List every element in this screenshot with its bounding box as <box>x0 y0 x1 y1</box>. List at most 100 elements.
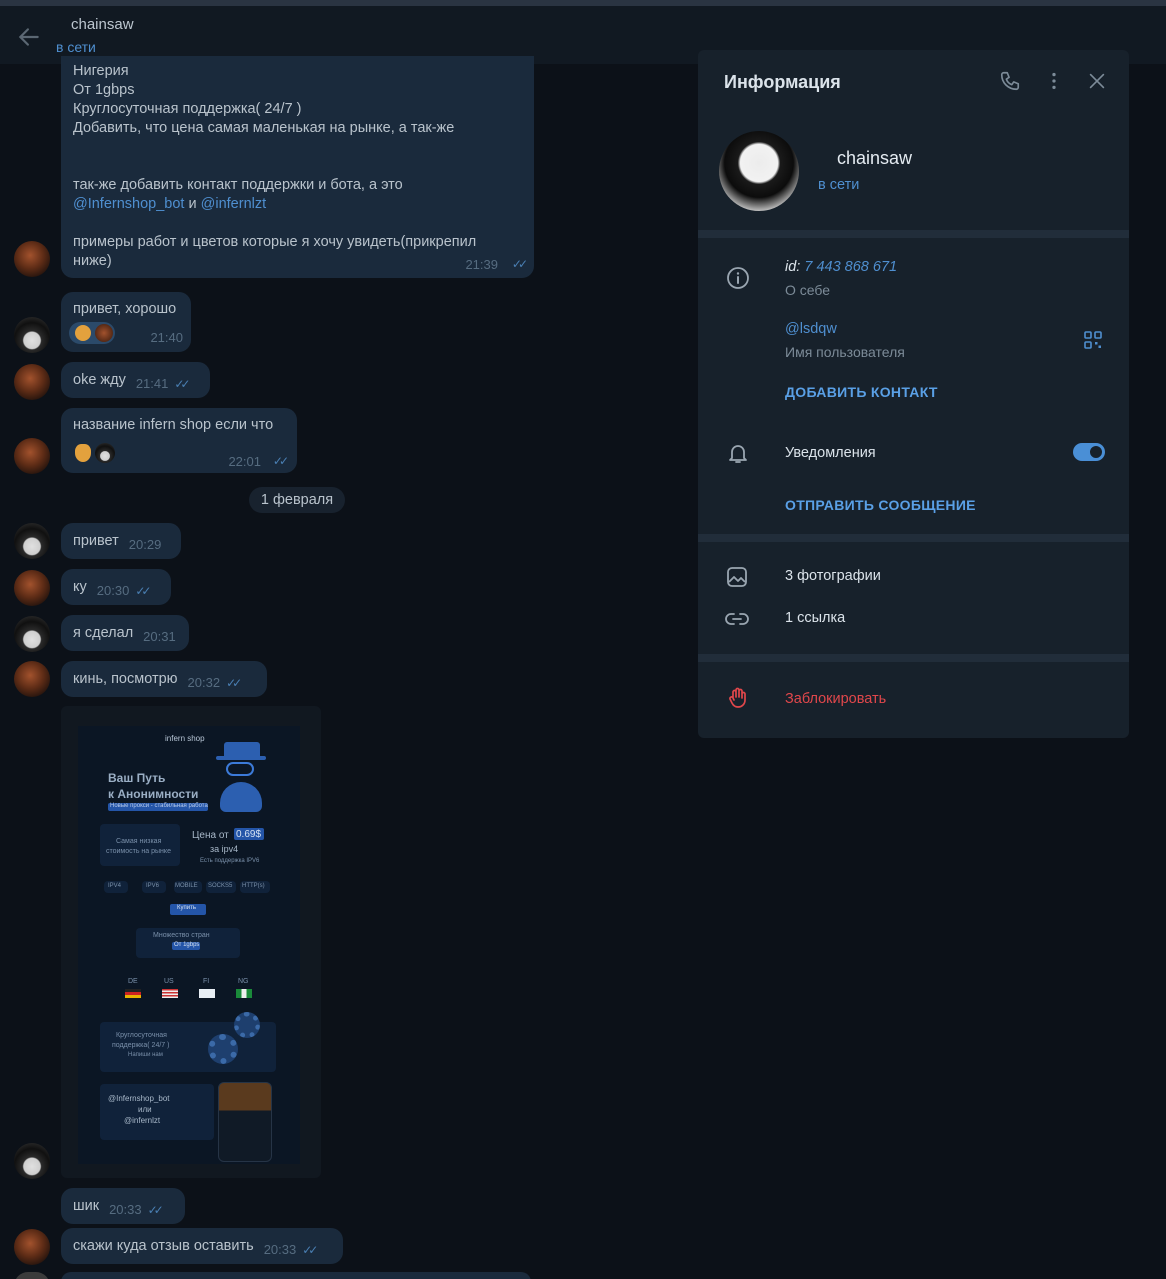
image-text: Новые прокси - стабильная работа <box>110 803 208 809</box>
back-arrow-icon[interactable] <box>16 24 42 50</box>
avatar[interactable] <box>14 1272 50 1279</box>
ok-hand-icon <box>75 444 91 462</box>
avatar[interactable] <box>14 438 50 474</box>
mention-link[interactable]: @infernlzt <box>201 196 267 212</box>
message-bubble[interactable]: oke жду 21:41 ✓✓ <box>61 362 210 398</box>
image-text: Есть поддержка IPV6 <box>200 858 260 864</box>
image-text: Купить <box>177 905 196 911</box>
profile-status: в сети <box>818 177 860 193</box>
image-text: FI <box>203 978 210 985</box>
message-bubble[interactable]: кинь, посмотрю 20:32 ✓✓ <box>61 661 267 697</box>
close-icon[interactable] <box>1086 70 1108 92</box>
message-line: примеры работ и цветов которые я хочу ув… <box>73 234 477 250</box>
message-line <box>73 214 522 233</box>
more-vertical-icon[interactable] <box>1043 70 1065 92</box>
phone-icon[interactable] <box>999 70 1021 92</box>
message-bubble[interactable]: шик 20:33 ✓✓ <box>61 1188 185 1224</box>
username-link[interactable]: @lsdqw <box>785 321 837 337</box>
message-text: oke жду <box>73 372 126 388</box>
avatar[interactable] <box>14 317 50 353</box>
photo-icon <box>727 567 747 587</box>
photos-row[interactable]: 3 фотографии <box>785 568 881 584</box>
date-divider: 1 февраля <box>249 487 345 513</box>
block-user-button[interactable]: Заблокировать <box>785 691 886 707</box>
message-time: 20:33 <box>263 1242 297 1257</box>
avatar[interactable] <box>14 1229 50 1265</box>
send-message-button[interactable]: ОТПРАВИТЬ СООБЩЕНИЕ <box>785 497 976 513</box>
read-check-icon: ✓✓ <box>174 377 190 391</box>
avatar[interactable] <box>14 241 50 277</box>
message-text: привет, хорошо <box>73 301 177 317</box>
avatar <box>95 443 115 463</box>
message-line: Круглосуточная поддержка( 24/7 ) <box>73 101 302 117</box>
message-time: 21:39 <box>465 257 498 272</box>
chat-title[interactable]: chainsaw <box>71 16 134 33</box>
phone-mockup <box>218 1082 272 1162</box>
image-text: IPV6 <box>146 883 160 889</box>
message-text: ку <box>73 579 87 595</box>
read-check-icon: ✓✓ <box>272 454 289 468</box>
info-icon <box>727 267 749 289</box>
user-info-panel: Информация chainsaw в сети id: 7 443 868… <box>698 50 1129 738</box>
avatar[interactable] <box>14 1143 50 1179</box>
read-check-icon: ✓✓ <box>135 584 151 598</box>
message-bubble[interactable]: скажи куда отзыв оставить 20:33 ✓✓ <box>61 1228 343 1264</box>
qr-code-icon[interactable] <box>1083 330 1103 350</box>
message-time: 21:40 <box>150 330 183 345</box>
message-time: 20:32 <box>187 675 221 690</box>
glasses-shape <box>226 762 254 776</box>
notifications-toggle[interactable] <box>1073 443 1105 461</box>
user-id-label: id: <box>785 259 801 275</box>
image-text: NG <box>238 978 249 985</box>
message-time: 20:33 <box>109 1202 142 1217</box>
image-text: поддержка( 24/7 ) <box>112 1042 170 1049</box>
image-text: Цена от <box>192 830 229 841</box>
mention-link[interactable]: @Infernshop_bot <box>73 196 184 212</box>
links-row[interactable]: 1 ссылка <box>785 610 845 626</box>
attached-image[interactable]: infern shop Ваш Путь к Анонимности Новые … <box>78 726 300 1164</box>
user-id-value: 7 443 868 671 <box>804 259 898 275</box>
read-check-icon: ✓✓ <box>511 257 528 271</box>
image-text: стоимость на рынке <box>106 848 171 855</box>
message-line <box>73 157 522 176</box>
flag-de-icon <box>125 989 141 998</box>
message-text: скажи куда отзыв оставить <box>73 1238 254 1254</box>
avatar <box>95 324 113 342</box>
message-line: @Infernshop_bot и @infernlzt <box>73 195 522 214</box>
message-bubble[interactable]: Нигерия От 1gbps Круглосуточная поддержк… <box>61 56 534 278</box>
message-time: 20:29 <box>128 537 162 552</box>
message-line: ниже) <box>73 253 112 269</box>
image-text: Напиши нам <box>128 1052 163 1058</box>
message-bubble[interactable]: привет 20:29 <box>61 523 181 559</box>
avatar[interactable] <box>14 364 50 400</box>
figure-shape <box>220 782 262 812</box>
image-text: или <box>138 1105 152 1114</box>
image-text: Самая низкая <box>116 838 162 845</box>
message-bubble[interactable]: ку 20:30 ✓✓ <box>61 569 171 605</box>
avatar[interactable] <box>14 523 50 559</box>
image-text: infern shop <box>165 734 205 743</box>
reaction-badge[interactable] <box>69 322 115 344</box>
notifications-label: Уведомления <box>785 445 876 461</box>
hat-brim-shape <box>216 756 266 760</box>
avatar[interactable] <box>14 616 50 652</box>
image-text: 0.69$ <box>236 829 262 840</box>
user-id-row[interactable]: id: 7 443 868 671 <box>785 259 897 275</box>
message-text: привет <box>73 533 119 549</box>
message-line: так-же добавить контакт поддержки и бота… <box>73 177 403 193</box>
message-bubble[interactable]: я сделал 20:31 <box>61 615 189 651</box>
message-bubble[interactable]: название infern shop если что 22:01 ✓✓ <box>61 408 297 473</box>
message-text: я сделал <box>73 625 134 641</box>
message-bubble[interactable] <box>61 1272 531 1279</box>
image-text: Круглосуточная <box>116 1032 167 1039</box>
thumbs-up-icon <box>75 325 91 341</box>
profile-avatar[interactable] <box>719 131 799 211</box>
hat-shape <box>224 742 260 756</box>
message-line: Добавить, что цена самая маленькая на ры… <box>73 120 455 136</box>
image-card <box>100 1084 214 1140</box>
add-contact-button[interactable]: ДОБАВИТЬ КОНТАКТ <box>785 384 938 400</box>
avatar[interactable] <box>14 661 50 697</box>
image-text: US <box>164 978 174 985</box>
avatar[interactable] <box>14 570 50 606</box>
message-bubble[interactable]: привет, хорошо 21:40 <box>61 292 191 352</box>
